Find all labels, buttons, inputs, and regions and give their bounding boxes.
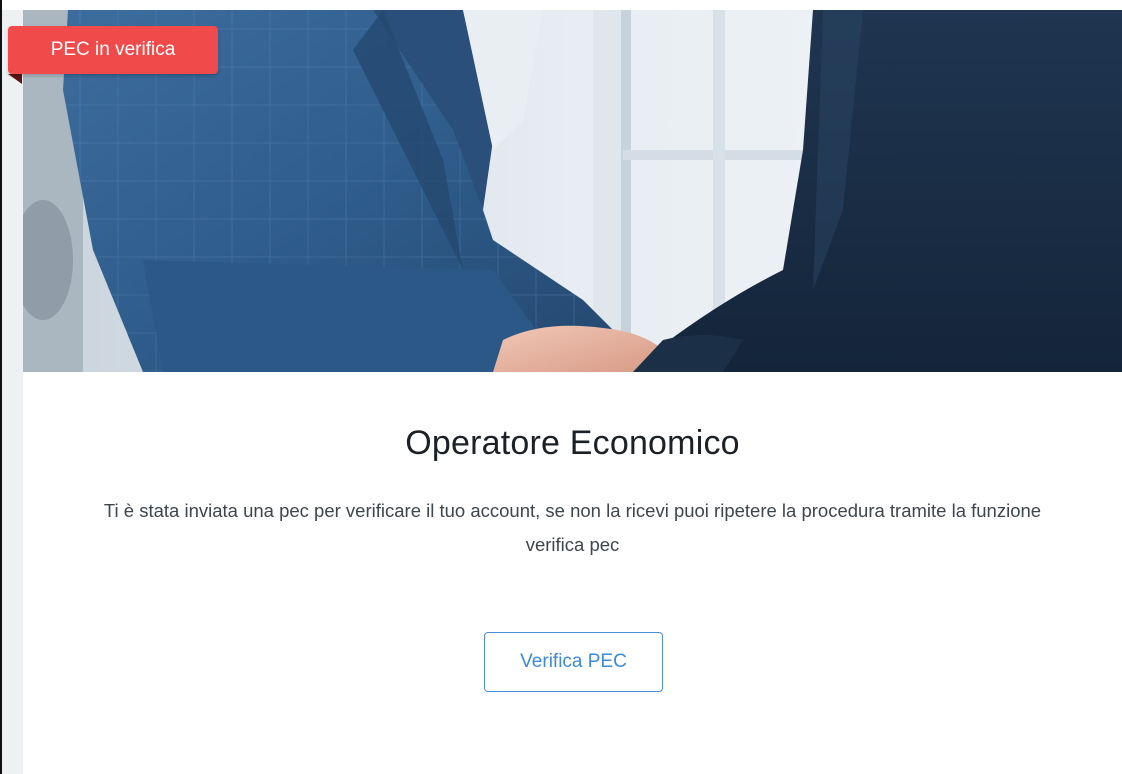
- top-strip: [2, 0, 1122, 10]
- card-title: Operatore Economico: [405, 424, 740, 462]
- badge-ribbon-fold: [8, 74, 22, 84]
- left-gutter: [2, 0, 23, 774]
- status-badge: PEC in verifica: [8, 26, 218, 74]
- card-description: Ti è stata inviata una pec per verificar…: [103, 500, 1042, 555]
- verify-pec-button[interactable]: Verifica PEC: [484, 632, 663, 692]
- app-frame: PEC in verifica Operatore Economico Ti è…: [0, 0, 1122, 774]
